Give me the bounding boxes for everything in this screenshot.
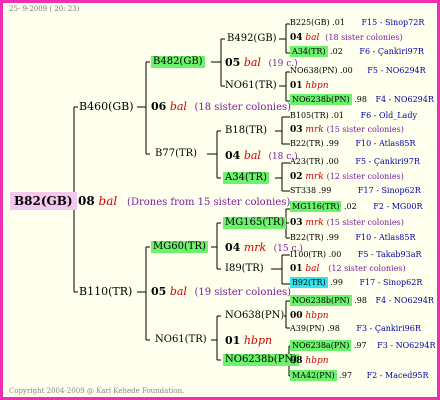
g4-row: A39(PN) .98 F3 - Çankiri96R (290, 324, 421, 333)
g4-row: B92(TR) .99 F17 - Sinop62R (290, 277, 423, 288)
g4-row: A34(TR) .02 F6 - Çankiri97R (290, 46, 424, 57)
g4-row: MA42(PN) .97 F2 - Maced95R (290, 370, 429, 381)
root-note: (Drones from 15 sister colonies) (127, 197, 291, 208)
node-no61-b[interactable]: NO61(TR) (155, 335, 207, 345)
g4-row: NO6238b(PN) .98 F4 - NO6294R (290, 295, 434, 306)
g4-info: 03 mrk (15 sister colonies) (290, 218, 404, 228)
g4-row: B22(TR) .99 F10 - Atlas85R (290, 233, 416, 242)
g4-row: ST338 .99 F17 - Sinop62R (290, 186, 421, 195)
node-b77[interactable]: B77(TR) (155, 149, 197, 159)
timestamp: 25- 9-2009 ( 20: 23) (9, 5, 80, 13)
g4-row: B22(TR) .99 F10 - Atlas85R (290, 139, 416, 148)
node-b492[interactable]: B492(GB) (227, 34, 277, 44)
queen-bottom-info: 05 bal (19 sister colonies) (151, 285, 292, 298)
root-drone[interactable]: B82(GB) (10, 192, 77, 210)
g4-row: NO638(PN) .00 F5 - NO6294R (290, 66, 426, 75)
root-race: bal (98, 194, 118, 208)
node-b18[interactable]: B18(TR) (225, 126, 267, 136)
node-i89[interactable]: I89(TR) (225, 264, 264, 274)
node-b482-info: 05 bal (19 c.) (225, 56, 298, 69)
queen-top[interactable]: B460(GB) (79, 101, 134, 112)
g4-info: 04 bal (18 sister colonies) (290, 33, 403, 43)
node-mg165[interactable]: MG165(TR) (223, 217, 287, 229)
node-b482[interactable]: B482(GB) (151, 56, 205, 68)
node-a34[interactable]: A34(TR) (223, 172, 269, 184)
root-info: 08 bal (Drones from 15 sister colonies) (78, 195, 290, 208)
g4-info: 00 hbpn (290, 311, 329, 321)
g4-info: 98 hbpn (290, 356, 329, 366)
node-no6238b[interactable]: NO6238b(PN) (223, 354, 300, 366)
pedigree-frame: 25- 9-2009 ( 20: 23) B82(GB) 08 bal (Dro… (0, 0, 440, 400)
node-b77-info: 04 bal (18 c.) (225, 149, 298, 162)
g4-info: 01 hbpn (290, 81, 329, 91)
queen-top-info: 06 bal (18 sister colonies) (151, 100, 292, 113)
g4-row: B105(TR) .01 F6 - Old_Lady (290, 111, 417, 120)
g4-row: I100(TR) .00 F5 - Takab93aR (290, 250, 422, 259)
g4-info: 02 mrk (12 sister colonies) (290, 172, 404, 182)
g4-row: B225(GB) .01 F15 - Sinop72R (290, 18, 425, 27)
g4-row: A23(TR) .00 F5 - Çankiri97R (290, 157, 420, 166)
g4-row: MG116(TR) .02 F2 - MG00R (290, 201, 423, 212)
node-mg60[interactable]: MG60(TR) (151, 241, 208, 253)
g4-row: NO6238b(PN) .98 F4 - NO6294R (290, 94, 434, 105)
queen-bottom[interactable]: B110(TR) (79, 286, 132, 297)
node-no61-b-info: 01 hbpn (225, 334, 273, 347)
node-no638[interactable]: NO638(PN) (225, 311, 284, 321)
g4-info: 03 mrk (15 sister colonies) (290, 125, 404, 135)
g4-info: 01 bal (12 sister colonies) (290, 264, 406, 274)
node-no61-a[interactable]: NO61(TR) (225, 81, 277, 91)
root-gen: 08 (78, 194, 95, 208)
g4-row: NO6238a(PN) .97 F3 - NO6294R (290, 340, 436, 351)
copyright: Copyright 2004-2009 @ Karl Kehede Founda… (9, 387, 185, 395)
